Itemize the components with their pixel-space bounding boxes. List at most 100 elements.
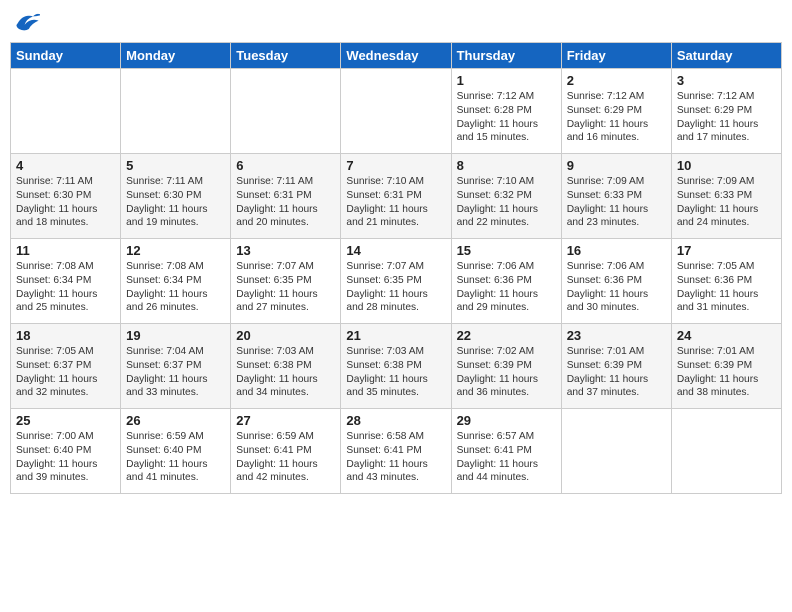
calendar-week-row: 1 Sunrise: 7:12 AMSunset: 6:28 PMDayligh…: [11, 69, 782, 154]
day-number: 9: [567, 158, 666, 173]
day-info: Sunrise: 7:11 AMSunset: 6:31 PMDaylight:…: [236, 175, 335, 230]
calendar-cell: 17 Sunrise: 7:05 AMSunset: 6:36 PMDaylig…: [671, 239, 781, 324]
calendar-cell: 6 Sunrise: 7:11 AMSunset: 6:31 PMDayligh…: [231, 154, 341, 239]
day-info: Sunrise: 7:02 AMSunset: 6:39 PMDaylight:…: [457, 345, 556, 400]
day-number: 5: [126, 158, 225, 173]
column-header-tuesday: Tuesday: [231, 43, 341, 69]
calendar-week-row: 11 Sunrise: 7:08 AMSunset: 6:34 PMDaylig…: [11, 239, 782, 324]
day-info: Sunrise: 7:07 AMSunset: 6:35 PMDaylight:…: [236, 260, 335, 315]
day-info: Sunrise: 7:03 AMSunset: 6:38 PMDaylight:…: [346, 345, 445, 400]
day-number: 18: [16, 328, 115, 343]
column-header-friday: Friday: [561, 43, 671, 69]
calendar-cell: 26 Sunrise: 6:59 AMSunset: 6:40 PMDaylig…: [121, 409, 231, 494]
calendar-cell: 16 Sunrise: 7:06 AMSunset: 6:36 PMDaylig…: [561, 239, 671, 324]
calendar-cell: 29 Sunrise: 6:57 AMSunset: 6:41 PMDaylig…: [451, 409, 561, 494]
day-number: 13: [236, 243, 335, 258]
calendar-cell: 12 Sunrise: 7:08 AMSunset: 6:34 PMDaylig…: [121, 239, 231, 324]
day-number: 28: [346, 413, 445, 428]
day-number: 7: [346, 158, 445, 173]
day-info: Sunrise: 7:01 AMSunset: 6:39 PMDaylight:…: [677, 345, 776, 400]
calendar-cell: 14 Sunrise: 7:07 AMSunset: 6:35 PMDaylig…: [341, 239, 451, 324]
day-info: Sunrise: 6:59 AMSunset: 6:41 PMDaylight:…: [236, 430, 335, 485]
calendar-cell: [121, 69, 231, 154]
day-number: 26: [126, 413, 225, 428]
day-info: Sunrise: 7:08 AMSunset: 6:34 PMDaylight:…: [126, 260, 225, 315]
day-info: Sunrise: 7:11 AMSunset: 6:30 PMDaylight:…: [126, 175, 225, 230]
calendar-cell: 28 Sunrise: 6:58 AMSunset: 6:41 PMDaylig…: [341, 409, 451, 494]
day-number: 17: [677, 243, 776, 258]
calendar-table: SundayMondayTuesdayWednesdayThursdayFrid…: [10, 42, 782, 494]
day-number: 19: [126, 328, 225, 343]
day-info: Sunrise: 7:03 AMSunset: 6:38 PMDaylight:…: [236, 345, 335, 400]
logo: [10, 10, 40, 34]
day-info: Sunrise: 6:59 AMSunset: 6:40 PMDaylight:…: [126, 430, 225, 485]
day-info: Sunrise: 7:09 AMSunset: 6:33 PMDaylight:…: [677, 175, 776, 230]
day-info: Sunrise: 7:04 AMSunset: 6:37 PMDaylight:…: [126, 345, 225, 400]
calendar-cell: 13 Sunrise: 7:07 AMSunset: 6:35 PMDaylig…: [231, 239, 341, 324]
day-info: Sunrise: 7:01 AMSunset: 6:39 PMDaylight:…: [567, 345, 666, 400]
day-info: Sunrise: 7:09 AMSunset: 6:33 PMDaylight:…: [567, 175, 666, 230]
calendar-cell: 19 Sunrise: 7:04 AMSunset: 6:37 PMDaylig…: [121, 324, 231, 409]
day-info: Sunrise: 7:06 AMSunset: 6:36 PMDaylight:…: [567, 260, 666, 315]
calendar-cell: 23 Sunrise: 7:01 AMSunset: 6:39 PMDaylig…: [561, 324, 671, 409]
calendar-cell: 5 Sunrise: 7:11 AMSunset: 6:30 PMDayligh…: [121, 154, 231, 239]
day-info: Sunrise: 7:05 AMSunset: 6:37 PMDaylight:…: [16, 345, 115, 400]
header: [10, 10, 782, 34]
day-info: Sunrise: 7:07 AMSunset: 6:35 PMDaylight:…: [346, 260, 445, 315]
column-header-saturday: Saturday: [671, 43, 781, 69]
day-number: 1: [457, 73, 556, 88]
calendar-cell: [231, 69, 341, 154]
day-number: 6: [236, 158, 335, 173]
calendar-cell: 2 Sunrise: 7:12 AMSunset: 6:29 PMDayligh…: [561, 69, 671, 154]
calendar-cell: 4 Sunrise: 7:11 AMSunset: 6:30 PMDayligh…: [11, 154, 121, 239]
day-info: Sunrise: 7:12 AMSunset: 6:29 PMDaylight:…: [677, 90, 776, 145]
column-header-sunday: Sunday: [11, 43, 121, 69]
day-number: 16: [567, 243, 666, 258]
calendar-cell: 8 Sunrise: 7:10 AMSunset: 6:32 PMDayligh…: [451, 154, 561, 239]
day-info: Sunrise: 7:06 AMSunset: 6:36 PMDaylight:…: [457, 260, 556, 315]
calendar-cell: 9 Sunrise: 7:09 AMSunset: 6:33 PMDayligh…: [561, 154, 671, 239]
calendar-week-row: 25 Sunrise: 7:00 AMSunset: 6:40 PMDaylig…: [11, 409, 782, 494]
day-info: Sunrise: 7:12 AMSunset: 6:28 PMDaylight:…: [457, 90, 556, 145]
calendar-cell: 21 Sunrise: 7:03 AMSunset: 6:38 PMDaylig…: [341, 324, 451, 409]
column-header-thursday: Thursday: [451, 43, 561, 69]
day-number: 24: [677, 328, 776, 343]
calendar-cell: 20 Sunrise: 7:03 AMSunset: 6:38 PMDaylig…: [231, 324, 341, 409]
calendar-cell: 1 Sunrise: 7:12 AMSunset: 6:28 PMDayligh…: [451, 69, 561, 154]
calendar-cell: 15 Sunrise: 7:06 AMSunset: 6:36 PMDaylig…: [451, 239, 561, 324]
day-number: 4: [16, 158, 115, 173]
day-number: 22: [457, 328, 556, 343]
day-number: 8: [457, 158, 556, 173]
calendar-cell: [561, 409, 671, 494]
calendar-cell: 22 Sunrise: 7:02 AMSunset: 6:39 PMDaylig…: [451, 324, 561, 409]
day-number: 2: [567, 73, 666, 88]
day-number: 23: [567, 328, 666, 343]
day-number: 29: [457, 413, 556, 428]
calendar-cell: 27 Sunrise: 6:59 AMSunset: 6:41 PMDaylig…: [231, 409, 341, 494]
day-info: Sunrise: 7:00 AMSunset: 6:40 PMDaylight:…: [16, 430, 115, 485]
column-header-monday: Monday: [121, 43, 231, 69]
day-info: Sunrise: 7:10 AMSunset: 6:31 PMDaylight:…: [346, 175, 445, 230]
day-info: Sunrise: 6:57 AMSunset: 6:41 PMDaylight:…: [457, 430, 556, 485]
calendar-week-row: 4 Sunrise: 7:11 AMSunset: 6:30 PMDayligh…: [11, 154, 782, 239]
day-number: 21: [346, 328, 445, 343]
calendar-cell: 11 Sunrise: 7:08 AMSunset: 6:34 PMDaylig…: [11, 239, 121, 324]
calendar-cell: [341, 69, 451, 154]
calendar-cell: 25 Sunrise: 7:00 AMSunset: 6:40 PMDaylig…: [11, 409, 121, 494]
day-number: 3: [677, 73, 776, 88]
logo-bird-icon: [12, 10, 40, 34]
day-number: 15: [457, 243, 556, 258]
calendar-cell: 7 Sunrise: 7:10 AMSunset: 6:31 PMDayligh…: [341, 154, 451, 239]
day-info: Sunrise: 7:11 AMSunset: 6:30 PMDaylight:…: [16, 175, 115, 230]
day-number: 20: [236, 328, 335, 343]
day-number: 11: [16, 243, 115, 258]
calendar-week-row: 18 Sunrise: 7:05 AMSunset: 6:37 PMDaylig…: [11, 324, 782, 409]
calendar-cell: 18 Sunrise: 7:05 AMSunset: 6:37 PMDaylig…: [11, 324, 121, 409]
day-info: Sunrise: 6:58 AMSunset: 6:41 PMDaylight:…: [346, 430, 445, 485]
calendar-cell: 24 Sunrise: 7:01 AMSunset: 6:39 PMDaylig…: [671, 324, 781, 409]
day-info: Sunrise: 7:08 AMSunset: 6:34 PMDaylight:…: [16, 260, 115, 315]
day-number: 10: [677, 158, 776, 173]
calendar-cell: [671, 409, 781, 494]
day-number: 12: [126, 243, 225, 258]
calendar-cell: 10 Sunrise: 7:09 AMSunset: 6:33 PMDaylig…: [671, 154, 781, 239]
